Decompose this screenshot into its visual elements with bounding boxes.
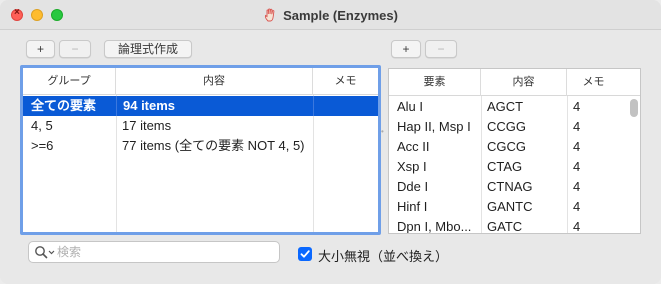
create-logic-button[interactable]: 論理式作成 xyxy=(104,40,192,58)
element-row[interactable]: Hinf I GANTC 4 xyxy=(389,197,640,217)
element-row[interactable]: Alu I AGCT 4 xyxy=(389,97,640,117)
group-table-header: グループ 内容 メモ xyxy=(23,68,378,95)
element-row[interactable]: Xsp I CTAG 4 xyxy=(389,157,640,177)
element-memo: 4 xyxy=(573,99,581,114)
add-element-button[interactable]: + xyxy=(391,40,421,58)
element-memo: 4 xyxy=(573,119,581,134)
case-insensitive-checkbox[interactable] xyxy=(298,247,312,261)
element-memo: 4 xyxy=(573,199,581,214)
element-table[interactable]: 要素 内容 メモ Alu I AGCT 4 Hap II, Msp I CCGG… xyxy=(388,68,641,234)
group-name: >=6 xyxy=(31,138,54,153)
search-input[interactable] xyxy=(57,244,267,260)
element-table-scrollbar[interactable] xyxy=(630,99,638,117)
add-group-button[interactable]: + xyxy=(26,40,55,58)
element-content: CGCG xyxy=(487,139,526,154)
group-row[interactable]: 4, 5 17 items xyxy=(23,116,378,136)
group-row[interactable]: 全ての要素 94 items xyxy=(23,96,378,116)
element-content: CTAG xyxy=(487,159,523,174)
element-memo: 4 xyxy=(573,219,581,234)
element-row[interactable]: Dde I CTNAG 4 xyxy=(389,177,640,197)
column-header-content[interactable]: 内容 xyxy=(481,69,567,96)
element-content: GANTC xyxy=(487,199,533,214)
app-window: × Sample (Enzymes) + − 論理式作成 + − グループ 内容… xyxy=(0,0,661,284)
element-row[interactable]: Acc II CGCG 4 xyxy=(389,137,640,157)
group-content: 94 items xyxy=(116,96,313,116)
group-row[interactable]: >=6 77 items (全ての要素 NOT 4, 5) xyxy=(23,136,378,156)
element-content: CCGG xyxy=(487,119,526,134)
element-name: Alu I xyxy=(397,99,424,114)
remove-element-button[interactable]: − xyxy=(425,40,457,58)
group-name: 4, 5 xyxy=(31,118,53,133)
title-bar: × Sample (Enzymes) xyxy=(0,0,661,30)
window-title: Sample (Enzymes) xyxy=(283,8,398,23)
element-content: CTNAG xyxy=(487,179,533,194)
group-memo xyxy=(313,96,378,116)
element-memo: 4 xyxy=(573,139,581,154)
checkmark-icon xyxy=(300,250,310,258)
element-name: Dpn I, Mbo... xyxy=(397,219,472,234)
window-title-area: Sample (Enzymes) xyxy=(0,7,661,23)
group-memo xyxy=(313,116,378,136)
group-memo xyxy=(313,136,378,156)
group-content: 17 items xyxy=(122,118,172,133)
element-name: Dde I xyxy=(397,179,429,194)
element-content: GATC xyxy=(487,219,523,234)
pane-splitter-handle[interactable]: • xyxy=(381,127,385,136)
column-header-memo[interactable]: メモ xyxy=(567,69,620,96)
column-header-memo[interactable]: メモ xyxy=(313,68,378,95)
group-table[interactable]: グループ 内容 メモ 全ての要素 94 items 4, 5 17 items … xyxy=(20,65,381,235)
element-name: Hinf I xyxy=(397,199,428,214)
group-content: 77 items (全ての要素 NOT 4, 5) xyxy=(122,138,305,153)
element-table-header: 要素 内容 メモ xyxy=(389,69,640,96)
element-row[interactable]: Hap II, Msp I CCGG 4 xyxy=(389,117,640,137)
case-insensitive-label[interactable]: 大小無視（並べ換え） xyxy=(318,246,448,265)
element-name: Hap II, Msp I xyxy=(397,119,471,134)
column-header-element[interactable]: 要素 xyxy=(389,69,481,96)
search-field[interactable] xyxy=(28,241,280,263)
hand-icon xyxy=(264,8,275,22)
element-name: Acc II xyxy=(397,139,430,154)
column-header-group[interactable]: グループ xyxy=(23,68,116,95)
remove-group-button[interactable]: − xyxy=(59,40,91,58)
column-header-content[interactable]: 内容 xyxy=(116,68,313,95)
group-name: 全ての要素 xyxy=(31,98,97,113)
element-row[interactable]: Dpn I, Mbo... GATC 4 xyxy=(389,217,640,234)
element-name: Xsp I xyxy=(397,159,427,174)
element-content: AGCT xyxy=(487,99,524,114)
element-memo: 4 xyxy=(573,179,581,194)
search-icon[interactable] xyxy=(34,245,56,260)
element-memo: 4 xyxy=(573,159,581,174)
